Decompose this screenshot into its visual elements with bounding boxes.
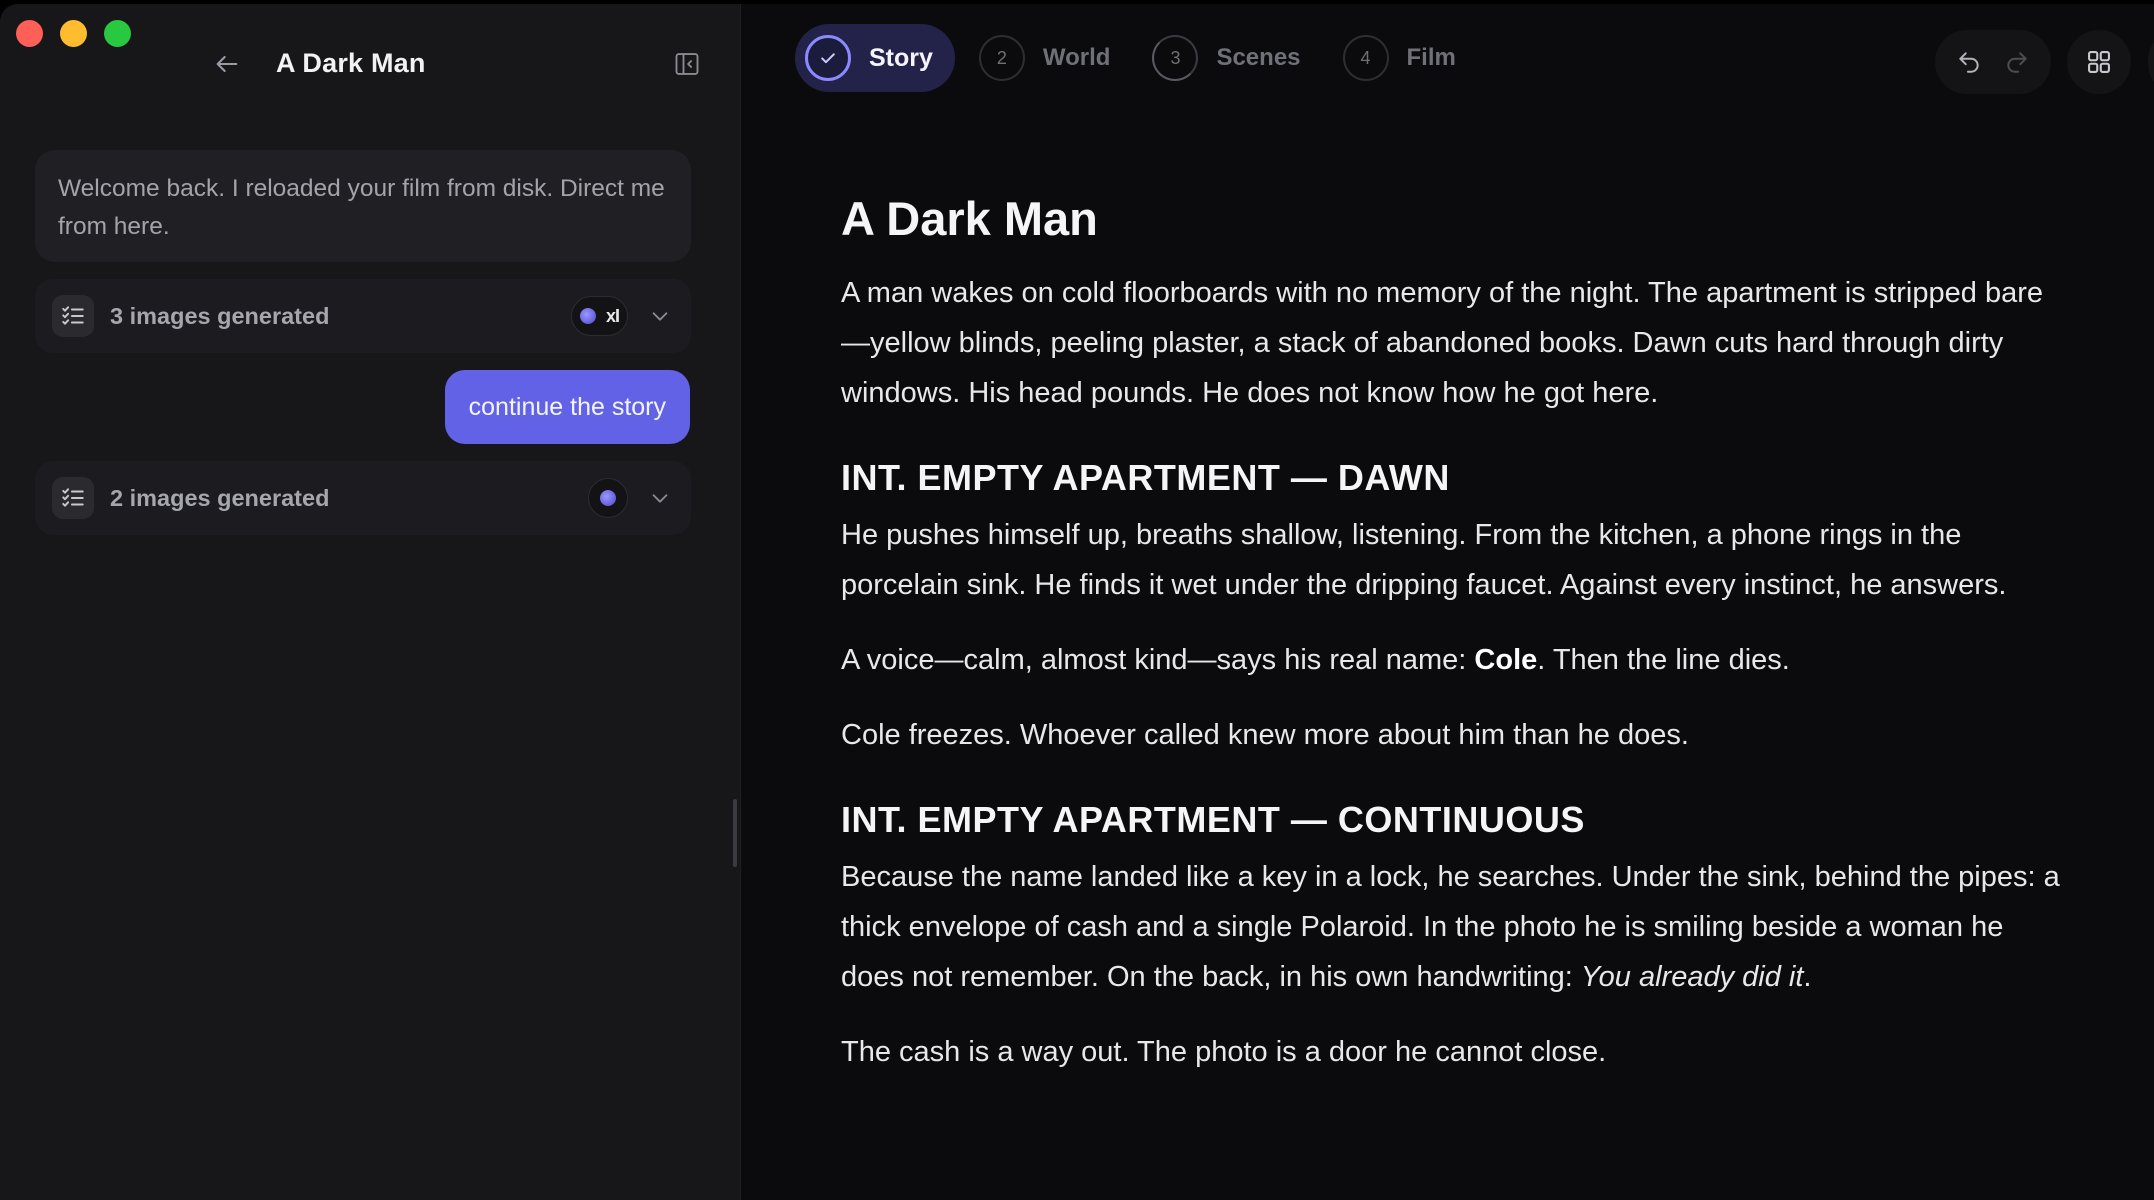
generation-summary-row[interactable]: 2 images generated [35,461,691,535]
step-number: 4 [1342,35,1389,81]
redo-icon [2007,52,2027,73]
user-message: continue the story [444,370,690,444]
step-label: Story [869,43,933,72]
handwritten-note: You already did it [1580,961,1804,993]
scene-heading: INT. EMPTY APARTMENT — DAWN [841,457,1450,498]
story-intro: A man wakes on cold floorboards with no … [841,277,2043,409]
step-number: 3 [1152,35,1199,81]
scene-paragraph: A voice—calm, almost kind—says his real … [841,644,1790,676]
back-button[interactable] [207,44,247,84]
workflow-stepper: Story 2 World 3 Scenes 4 Film [795,24,1474,92]
check-icon [805,35,851,81]
undo-button[interactable] [1949,42,1989,82]
image-model-icon [600,490,616,506]
model-glyph: xI [605,305,620,326]
chat-sidebar: A Dark Man Welcome back. I reloaded your… [0,4,741,1200]
history-controls [1935,30,2051,94]
scene-heading: INT. EMPTY APARTMENT — CONTINUOUS [841,799,1585,840]
sidebar-resize-handle[interactable] [733,799,737,867]
undo-icon [1959,52,1979,73]
story-editor: Story 2 World 3 Scenes 4 Film A Dark Man… [741,4,2154,1200]
grid-view-button[interactable] [2067,30,2131,94]
checklist-icon [52,477,94,519]
app-window: A Dark Man Welcome back. I reloaded your… [0,4,2154,1200]
generation-label: 2 images generated [110,484,330,511]
checklist-icon [52,295,94,337]
model-badges [588,478,628,518]
overflow-button[interactable] [2148,30,2154,94]
character-name: Cole [1474,644,1538,676]
assistant-message: Welcome back. I reloaded your film from … [35,150,691,262]
collapse-sidebar-button[interactable] [670,47,704,81]
story-document[interactable]: A Dark Man A man wakes on cold floorboar… [841,192,2071,1102]
step-label: World [1042,44,1111,71]
chevron-down-icon [652,494,668,503]
model-badges: xI [570,296,628,336]
step-world[interactable]: 2 World [969,24,1129,92]
step-label: Scenes [1216,44,1301,71]
story-title: A Dark Man [841,192,1098,245]
sidebar-panel-icon [675,53,699,75]
arrow-left-icon [216,55,238,73]
expand-button[interactable] [646,484,674,512]
step-number: 2 [978,35,1025,81]
zoom-window-button[interactable] [104,20,131,47]
window-controls [16,20,131,47]
generation-summary-row[interactable]: 3 images generated xI [35,279,691,353]
step-film[interactable]: 4 Film [1333,24,1474,92]
expand-button[interactable] [646,302,674,330]
close-window-button[interactable] [16,20,43,47]
scene-paragraph: He pushes himself up, breaths shallow, l… [841,519,2007,601]
step-label: Film [1406,44,1456,71]
scene-paragraph: Because the name landed like a key in a … [841,861,2060,993]
scene-paragraph: The cash is a way out. The photo is a do… [841,1036,1607,1068]
image-model-icon [579,308,596,324]
project-title: A Dark Man [276,48,426,78]
step-story[interactable]: Story [795,24,955,92]
generation-label: 3 images generated [110,302,330,329]
grid-icon [2088,51,2110,73]
redo-button[interactable] [1997,42,2037,82]
chevron-down-icon [652,312,668,321]
minimize-window-button[interactable] [60,20,87,47]
scene-paragraph: Cole freezes. Whoever called knew more a… [841,719,1689,751]
step-scenes[interactable]: 3 Scenes [1142,24,1318,92]
